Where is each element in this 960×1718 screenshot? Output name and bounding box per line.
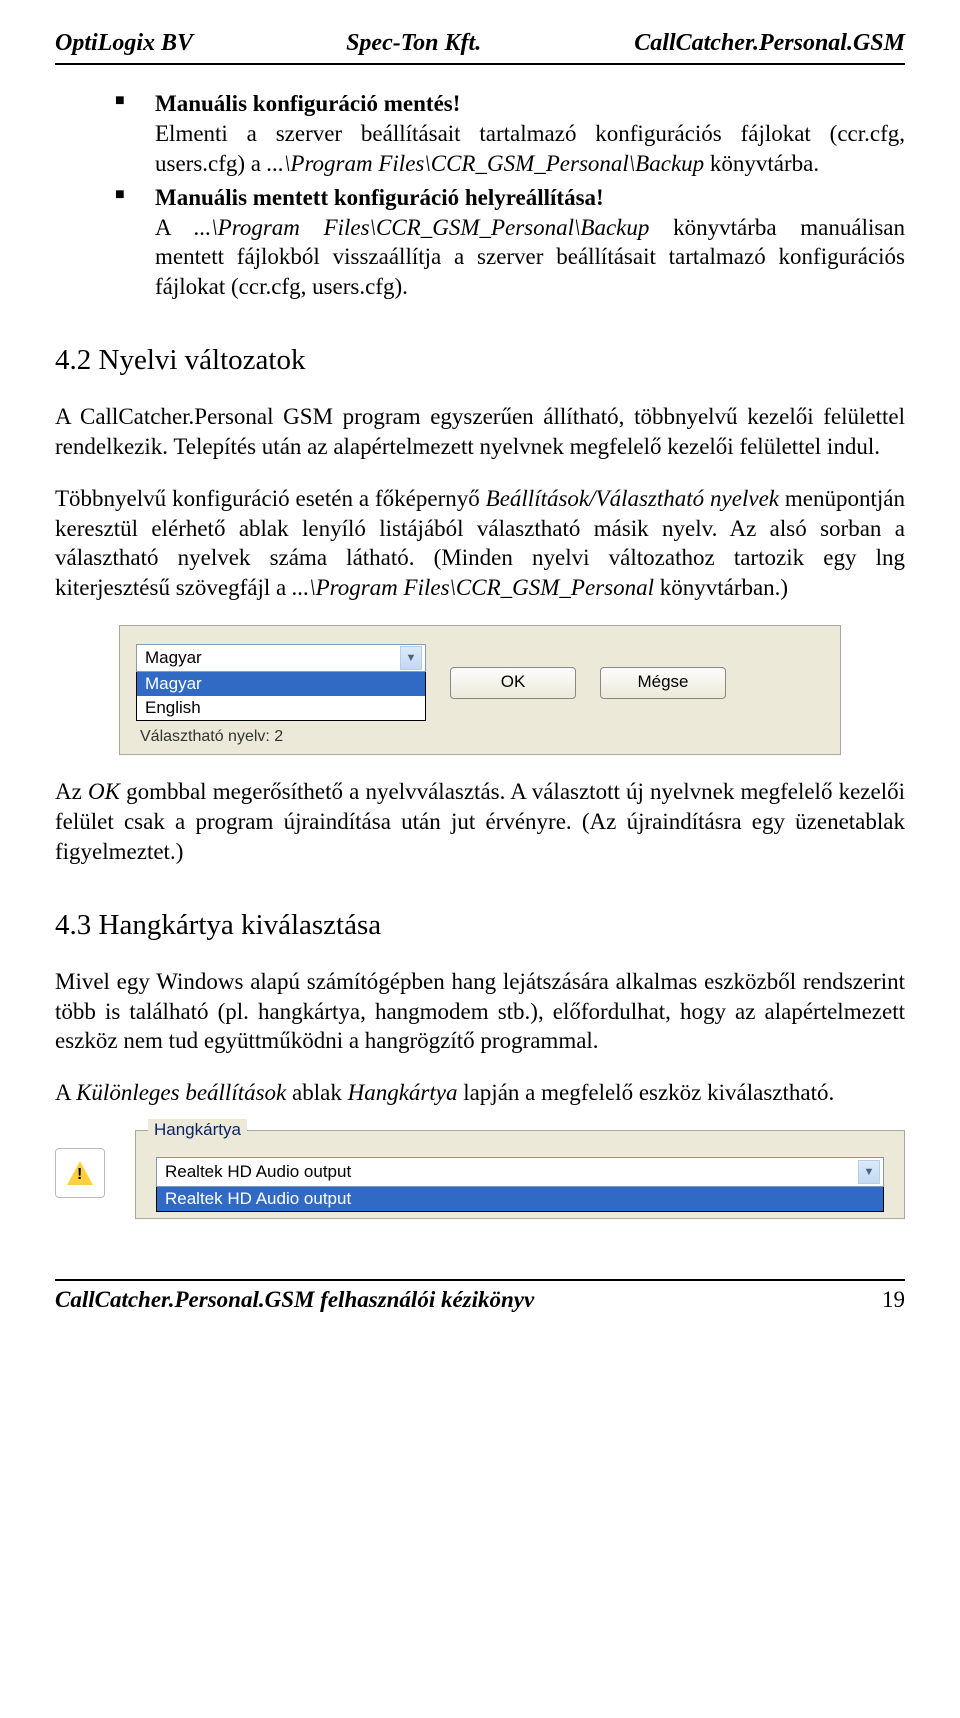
sec43-p1: Mivel egy Windows alapú számítógépben ha… (55, 967, 905, 1057)
page-number: 19 (882, 1287, 905, 1313)
footer-title: CallCatcher.Personal.GSM felhasználói ké… (55, 1287, 534, 1313)
sec42-p2-ital: Beállítások/Választható nyelvek (486, 486, 779, 511)
soundcard-fieldset-label: Hangkártya (148, 1119, 247, 1141)
header-center: Spec-Ton Kft. (346, 30, 481, 57)
bullet1-text-b: könyvtárba. (704, 151, 819, 176)
ok-button[interactable]: OK (450, 667, 576, 699)
soundcard-dropdown-list: Realtek HD Audio output (156, 1187, 884, 1212)
language-combo-selected: Magyar (145, 647, 202, 669)
sec42-p2-c: könyvtárban.) (654, 575, 788, 600)
cancel-button[interactable]: Mégse (600, 667, 726, 699)
soundcard-combobox[interactable]: Realtek HD Audio output ▼ (156, 1157, 884, 1187)
soundcard-panel: Hangkártya Realtek HD Audio output ▼ Rea… (135, 1130, 905, 1219)
language-combobox[interactable]: Magyar ▼ (136, 644, 426, 672)
sec43-p2-ital1: Különleges beállítások (76, 1080, 286, 1105)
language-status-text: Választható nyelv: 2 (136, 725, 824, 750)
bullet1-path: ...\Program Files\CCR_GSM_Personal\Backu… (267, 151, 704, 176)
sec43-p2-c: lapján a megfelelő eszköz kiválasztható. (457, 1080, 834, 1105)
language-option-english[interactable]: English (137, 696, 425, 720)
chevron-down-icon[interactable]: ▼ (400, 646, 422, 670)
bullet-save-config: Manuális konfiguráció mentés! Elmenti a … (115, 89, 905, 179)
language-dialog: Magyar ▼ Magyar English OK Mégse Választ… (119, 625, 841, 755)
language-option-magyar[interactable]: Magyar (137, 672, 425, 696)
sec42-p2-a: Többnyelvű konfiguráció esetén a főképer… (55, 486, 486, 511)
page-header: OptiLogix BV Spec-Ton Kft. CallCatcher.P… (55, 30, 905, 65)
sec42-p3-b: gombbal megerősíthető a nyelvválasztás. … (55, 779, 905, 864)
section-4-2-heading: 4.2 Nyelvi változatok (55, 342, 905, 380)
header-right: CallCatcher.Personal.GSM (634, 30, 905, 57)
bullet1-title: Manuális konfiguráció mentés! (155, 91, 460, 116)
warning-icon (55, 1148, 105, 1198)
section-4-3-heading: 4.3 Hangkártya kiválasztása (55, 907, 905, 945)
sec42-p2-path: ...\Program Files\CCR_GSM_Personal (292, 575, 654, 600)
soundcard-combo-selected: Realtek HD Audio output (165, 1161, 351, 1183)
page-footer: CallCatcher.Personal.GSM felhasználói ké… (55, 1279, 905, 1313)
chevron-down-icon[interactable]: ▼ (858, 1160, 880, 1184)
soundcard-option-realtek[interactable]: Realtek HD Audio output (157, 1187, 883, 1211)
bullet2-title: Manuális mentett konfiguráció helyreállí… (155, 185, 604, 210)
sec42-p2: Többnyelvű konfiguráció esetén a főképer… (55, 484, 905, 604)
language-dropdown-list: Magyar English (136, 672, 426, 721)
sec43-p2-ital2: Hangkártya (348, 1080, 458, 1105)
bullet2-path: ...\Program Files\CCR_GSM_Personal\Backu… (194, 215, 649, 240)
bullet2-text-a: A (155, 215, 194, 240)
sec42-p1: A CallCatcher.Personal GSM program egysz… (55, 402, 905, 462)
sec42-p3-ital: OK (88, 779, 120, 804)
bullet-restore-config: Manuális mentett konfiguráció helyreállí… (115, 183, 905, 303)
sec43-p2-a: A (55, 1080, 76, 1105)
header-left: OptiLogix BV (55, 30, 193, 57)
sec43-p2: A Különleges beállítások ablak Hangkárty… (55, 1078, 905, 1108)
sec42-p3: Az OK gombbal megerősíthető a nyelvválas… (55, 777, 905, 867)
sec43-p2-b: ablak (286, 1080, 347, 1105)
sec42-p3-a: Az (55, 779, 88, 804)
